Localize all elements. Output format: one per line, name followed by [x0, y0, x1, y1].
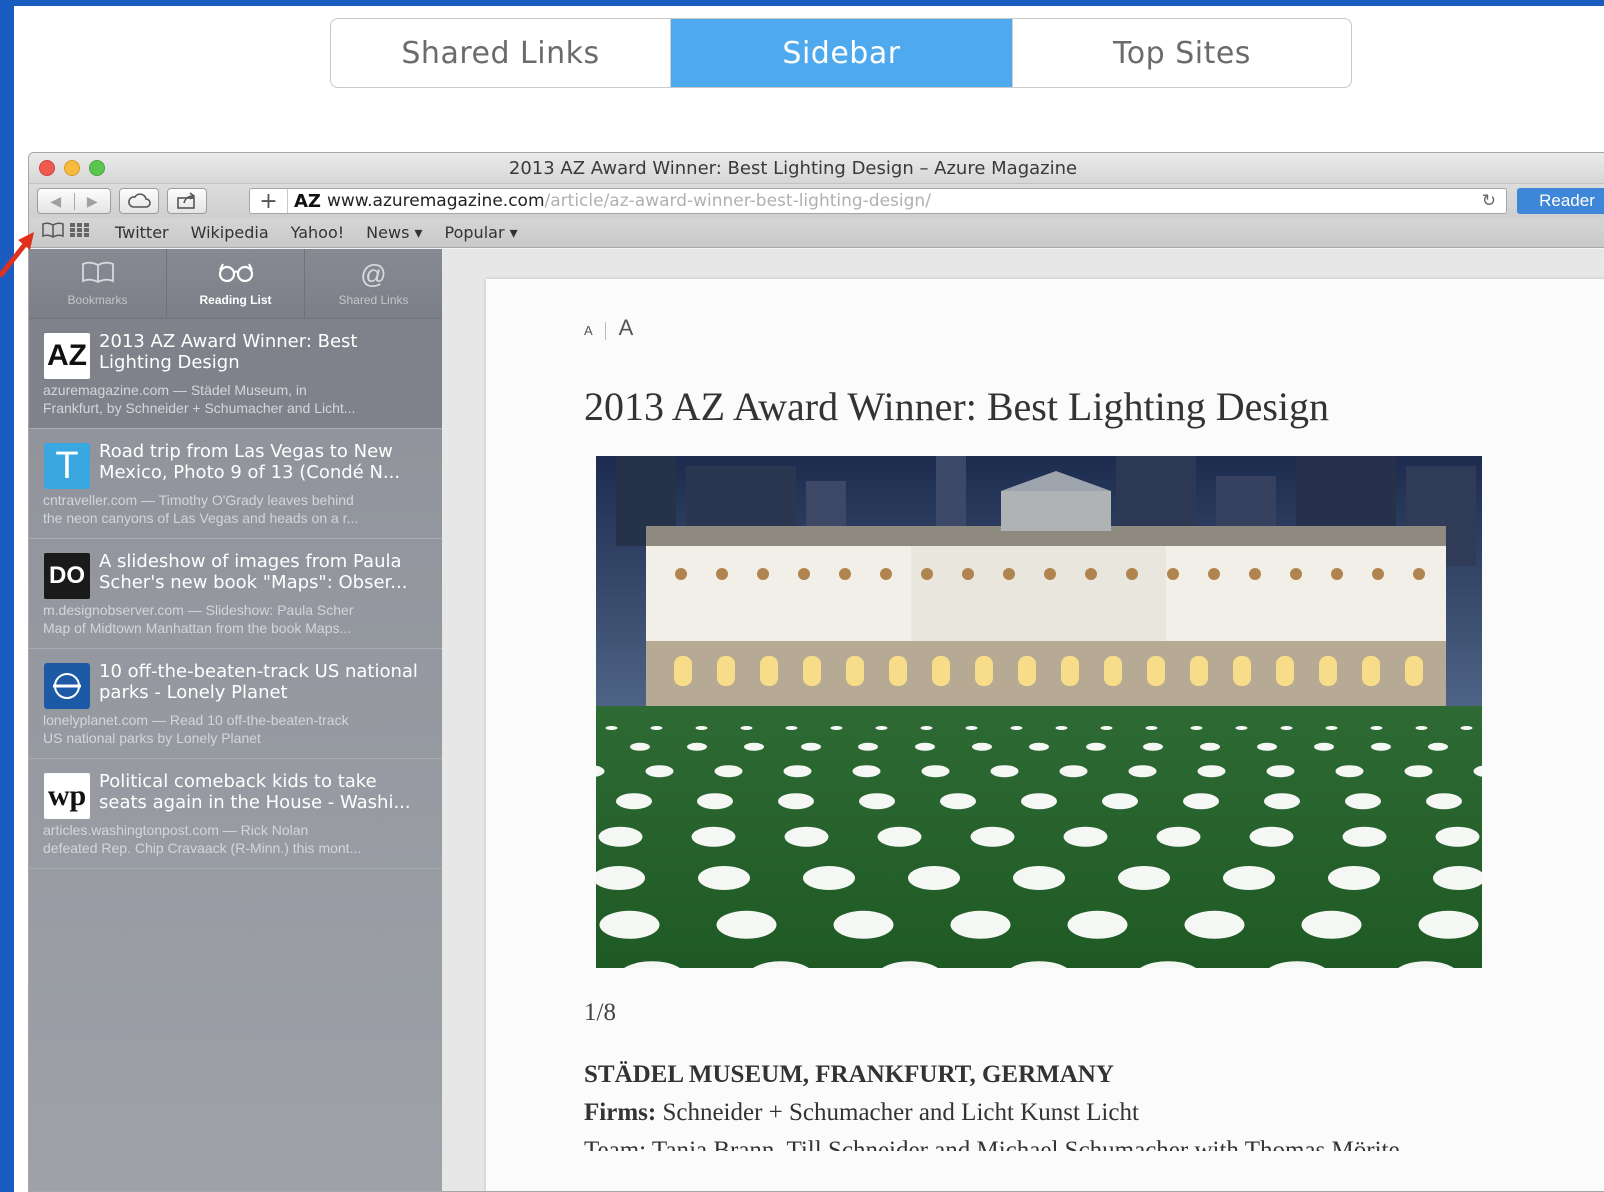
- sidebar: Bookmarks Reading List @ Shared Links AZ…: [29, 249, 442, 1191]
- cloud-icon: [128, 193, 151, 208]
- item-description: lonelyplanet.com — Read 10 off-the-beate…: [43, 712, 349, 746]
- add-icon[interactable]: +: [250, 189, 288, 213]
- pointer-arrow-icon: [0, 232, 34, 278]
- article-location: STÄDEL MUSEUM, FRANKFURT, GERMANY: [584, 1061, 1114, 1088]
- traveller-logo: T: [44, 443, 90, 489]
- reading-list-item[interactable]: 10 off-the-beaten-track US national park…: [29, 649, 442, 759]
- reading-list-item[interactable]: T Road trip from Las Vegas to New Mexico…: [29, 429, 442, 539]
- share-button[interactable]: [167, 188, 207, 214]
- article-hero-image[interactable]: [596, 456, 1482, 968]
- item-description: cntraveller.com — Timothy O'Grady leaves…: [43, 492, 359, 526]
- font-size-controls: A A: [584, 315, 633, 341]
- article-title: 2013 AZ Award Winner: Best Lighting Desi…: [584, 384, 1330, 429]
- site-favicon: AZ: [294, 190, 321, 212]
- view-segmented-control: Shared Links Sidebar Top Sites: [330, 18, 1352, 88]
- item-title: Political comeback kids to take seats ag…: [99, 771, 411, 813]
- reading-list-item[interactable]: AZ 2013 AZ Award Winner: Best Lighting D…: [29, 319, 442, 429]
- at-icon: @: [360, 258, 387, 289]
- article-firms: Firms: Schneider + Schumacher and Licht …: [584, 1099, 1139, 1127]
- item-title: 10 off-the-beaten-track US national park…: [99, 661, 418, 703]
- divider: [605, 321, 607, 340]
- lonely-planet-logo: [44, 663, 90, 709]
- forward-icon[interactable]: ▶: [75, 193, 111, 210]
- tab-shared-links[interactable]: @ Shared Links: [305, 249, 442, 318]
- item-description: articles.washingtonpost.com — Rick Nolan…: [43, 822, 362, 856]
- segment-sidebar[interactable]: Sidebar: [671, 19, 1013, 87]
- reload-icon[interactable]: ↻: [1482, 191, 1496, 211]
- glasses-icon: [217, 261, 255, 287]
- sidebar-tabs: Bookmarks Reading List @ Shared Links: [29, 249, 442, 319]
- url-host: www.azuremagazine.com: [326, 191, 545, 211]
- segment-shared-links[interactable]: Shared Links: [331, 19, 671, 87]
- tab-shared-links-label: Shared Links: [338, 292, 409, 307]
- bookmarks-bar: Twitter Wikipedia Yahoo! News ▾ Popular …: [29, 218, 1604, 248]
- segment-top-sites[interactable]: Top Sites: [1013, 19, 1351, 87]
- item-description: azuremagazine.com — Städel Museum, in Fr…: [43, 382, 356, 416]
- share-icon: [177, 192, 196, 209]
- decrease-font-button[interactable]: A: [584, 323, 593, 338]
- reading-list-item[interactable]: wp Political comeback kids to take seats…: [29, 759, 442, 869]
- address-bar[interactable]: + AZ www.azuremagazine.com /article/az-a…: [249, 188, 1507, 214]
- tutorial-frame: Shared Links Sidebar Top Sites 2013 AZ A…: [14, 6, 1604, 1192]
- article-team: Team: Tanja Brann, Till Schneider and Mi…: [584, 1137, 1400, 1151]
- toolbar: ◀ ▶ + AZ www.azuremagazine.com /article/…: [29, 184, 1604, 218]
- reader-content-area: A A 2013 AZ Award Winner: Best Lighting …: [442, 249, 1604, 1191]
- back-forward-buttons: ◀ ▶: [37, 188, 111, 214]
- image-counter: 1/8: [584, 999, 616, 1026]
- url-path: /article/az-award-winner-best-lighting-d…: [544, 191, 931, 211]
- item-description: m.designobserver.com — Slideshow: Paula …: [43, 602, 354, 636]
- safari-window: 2013 AZ Award Winner: Best Lighting Desi…: [28, 152, 1604, 1192]
- firms-value: Schneider + Schumacher and Licht Kunst L…: [662, 1099, 1139, 1126]
- azure-logo: AZ: [44, 333, 90, 379]
- increase-font-button[interactable]: A: [619, 315, 634, 340]
- item-title: A slideshow of images from Paula Scher's…: [99, 551, 408, 593]
- tab-bookmarks[interactable]: Bookmarks: [29, 249, 167, 318]
- bookmark-popular-menu[interactable]: Popular ▾: [445, 223, 518, 242]
- item-title: 2013 AZ Award Winner: Best Lighting Desi…: [99, 331, 358, 373]
- window-title: 2013 AZ Award Winner: Best Lighting Desi…: [508, 158, 1078, 179]
- tab-reading-list-label: Reading List: [199, 292, 272, 307]
- washington-post-logo: wp: [44, 773, 90, 819]
- icloud-tabs-button[interactable]: [119, 188, 159, 214]
- bookmark-news-menu[interactable]: News ▾: [366, 223, 422, 242]
- bookmark-yahoo[interactable]: Yahoo!: [291, 223, 345, 242]
- item-title: Road trip from Las Vegas to New Mexico, …: [99, 441, 401, 483]
- reader-button[interactable]: Reader: [1517, 188, 1604, 214]
- firms-label: Firms:: [584, 1099, 657, 1126]
- sidebar-toggle-icon[interactable]: [41, 222, 69, 243]
- title-bar: 2013 AZ Award Winner: Best Lighting Desi…: [29, 153, 1604, 184]
- book-icon: [81, 261, 115, 287]
- top-sites-grid-icon[interactable]: [69, 222, 97, 243]
- bookmark-twitter[interactable]: Twitter: [115, 223, 169, 242]
- tab-bookmarks-label: Bookmarks: [67, 292, 128, 307]
- tab-reading-list[interactable]: Reading List: [167, 249, 305, 318]
- reading-list-item[interactable]: DO A slideshow of images from Paula Sche…: [29, 539, 442, 649]
- reader-page: A A 2013 AZ Award Winner: Best Lighting …: [486, 279, 1604, 1191]
- back-icon[interactable]: ◀: [38, 192, 75, 210]
- bookmark-wikipedia[interactable]: Wikipedia: [191, 223, 269, 242]
- design-observer-logo: DO: [44, 553, 90, 599]
